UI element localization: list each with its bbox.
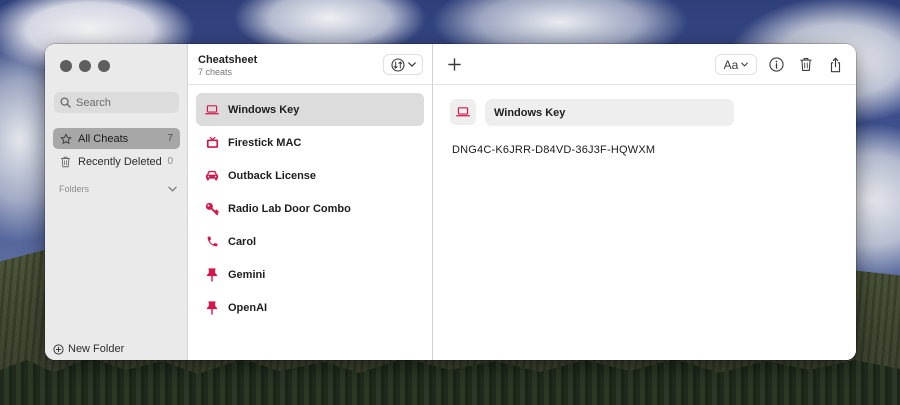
folders-label: Folders [59, 184, 90, 194]
list-item-label: Firestick MAC [228, 136, 302, 149]
list-item[interactable]: OpenAI [196, 291, 424, 324]
sidebar-item-recently-deleted[interactable]: Recently Deleted 0 [53, 151, 180, 172]
window-controls [60, 60, 110, 72]
delete-button[interactable] [797, 54, 815, 75]
search-placeholder: Search [76, 96, 111, 109]
plus-icon [447, 58, 461, 71]
sort-icon [390, 57, 405, 72]
folders-section-header[interactable]: Folders [59, 184, 177, 194]
laptop-icon [205, 104, 219, 115]
list-item[interactable]: Carol [196, 225, 424, 258]
font-button-label: Aa [723, 57, 739, 72]
new-folder-button[interactable]: New Folder [53, 343, 124, 355]
laptop-icon [456, 107, 470, 117]
cheat-icon-picker[interactable] [450, 99, 476, 125]
phone-icon [205, 235, 219, 248]
pin-icon [205, 267, 219, 282]
trash-icon [800, 58, 812, 71]
list-item[interactable]: Radio Lab Door Combo [196, 192, 424, 225]
trash-icon [59, 156, 72, 168]
tv-icon [205, 136, 219, 149]
sidebar-item-label: Recently Deleted [78, 155, 162, 168]
list-title: Cheatsheet [198, 54, 258, 66]
sidebar-item-all-cheats[interactable]: All Cheats 7 [53, 128, 180, 149]
list-item[interactable]: Gemini [196, 258, 424, 291]
key-icon [205, 202, 219, 216]
car-icon [205, 170, 219, 181]
list-item[interactable]: Outback License [196, 159, 424, 192]
sort-menu-button[interactable] [383, 54, 423, 75]
chevron-down-icon [741, 62, 749, 67]
list-item-label: Outback License [228, 169, 317, 182]
detail-pane: Aa Windows Key DNG4C-K6JRR-D84VD-36J3F-H… [433, 44, 856, 360]
sidebar: Search All Cheats 7 Recently Deleted 0 F… [45, 44, 188, 360]
list-item[interactable]: Windows Key [196, 93, 424, 126]
zoom-window-button[interactable] [98, 60, 110, 72]
list-item-label: Gemini [228, 268, 266, 281]
share-icon [830, 57, 840, 72]
minimize-window-button[interactable] [79, 60, 91, 72]
cheat-content-editor[interactable]: DNG4C-K6JRR-D84VD-36J3F-HQWXM [452, 144, 655, 156]
list-item-label: OpenAI [228, 301, 268, 314]
add-cheat-button[interactable] [445, 54, 463, 75]
info-button[interactable] [767, 54, 785, 75]
search-icon [60, 97, 71, 108]
list-item[interactable]: Firestick MAC [196, 126, 424, 159]
font-settings-button[interactable]: Aa [715, 54, 757, 75]
cheat-title-field[interactable]: Windows Key [485, 99, 734, 126]
plus-circle-icon [53, 343, 64, 355]
sidebar-item-count: 7 [167, 133, 173, 144]
cheat-list-pane: Cheatsheet 7 cheats Windows Key Firestic… [188, 44, 433, 360]
chevron-down-icon [168, 186, 177, 192]
sidebar-item-count: 0 [167, 156, 173, 167]
detail-toolbar: Aa [433, 44, 856, 85]
list-count: 7 cheats [198, 67, 233, 77]
list-item-label: Carol [228, 235, 257, 248]
pin-icon [205, 300, 219, 315]
close-window-button[interactable] [60, 60, 72, 72]
app-window: Search All Cheats 7 Recently Deleted 0 F… [45, 44, 856, 360]
info-icon [768, 57, 784, 72]
star-icon [59, 133, 72, 145]
list-item-label: Radio Lab Door Combo [228, 202, 351, 215]
sidebar-item-label: All Cheats [78, 132, 129, 145]
new-folder-label: New Folder [68, 343, 125, 355]
list-item-label: Windows Key [228, 103, 300, 116]
share-button[interactable] [826, 54, 844, 75]
chevron-down-icon [407, 62, 416, 67]
search-input[interactable]: Search [54, 92, 179, 113]
cheat-title-text: Windows Key [494, 106, 566, 119]
list-header: Cheatsheet 7 cheats [188, 44, 432, 85]
